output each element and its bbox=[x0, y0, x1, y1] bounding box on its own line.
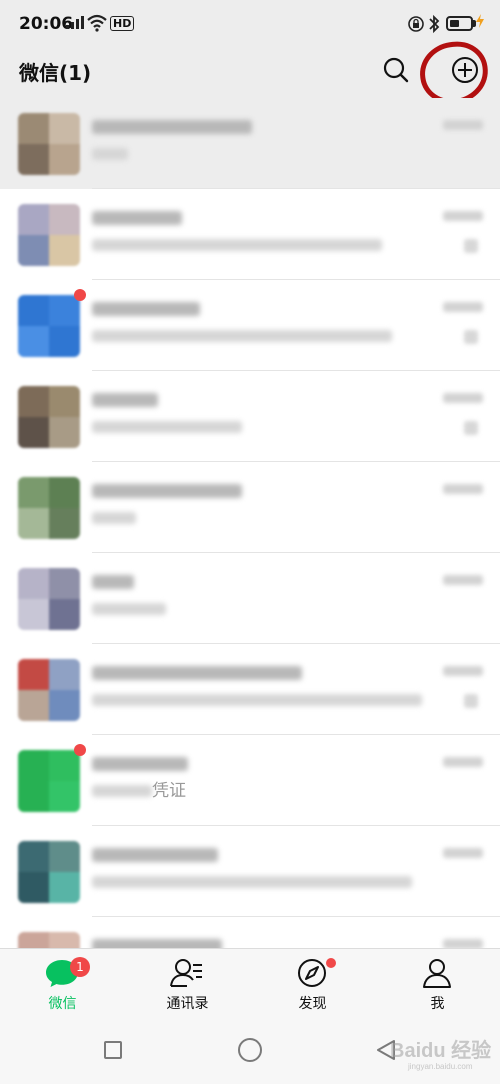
chat-name-blurred bbox=[92, 848, 218, 862]
tab-contacts[interactable]: 通讯录 bbox=[125, 949, 250, 1017]
chat-time-blurred bbox=[443, 302, 483, 312]
chat-avatar bbox=[18, 113, 80, 175]
status-time: 20:06 bbox=[19, 14, 74, 34]
chat-time-blurred bbox=[443, 120, 483, 130]
tab-discover[interactable]: 发现 bbox=[250, 949, 375, 1017]
chat-time-blurred bbox=[443, 211, 483, 221]
chat-preview-text: 凭证 bbox=[152, 781, 186, 801]
bluetooth-icon bbox=[429, 14, 440, 34]
chat-avatar bbox=[18, 659, 80, 721]
chat-avatar bbox=[18, 841, 80, 903]
chat-avatar bbox=[18, 204, 80, 266]
chat-avatar bbox=[18, 568, 80, 630]
mute-icon bbox=[464, 330, 478, 344]
chat-preview-blurred bbox=[92, 785, 152, 797]
bottom-tab-bar: 1 微信 通讯录 发现 我 bbox=[0, 948, 500, 1016]
chat-name-blurred bbox=[92, 666, 302, 680]
chat-time-blurred bbox=[443, 484, 483, 494]
chat-avatar bbox=[18, 477, 80, 539]
chat-row[interactable] bbox=[0, 371, 500, 462]
chat-row[interactable] bbox=[0, 189, 500, 280]
chat-row[interactable] bbox=[0, 280, 500, 371]
charging-icon bbox=[476, 14, 484, 28]
unread-dot bbox=[74, 289, 86, 301]
mute-icon bbox=[464, 421, 478, 435]
tab-label: 通讯录 bbox=[166, 996, 209, 1012]
rotation-lock-icon bbox=[408, 16, 424, 32]
person-icon bbox=[423, 959, 451, 988]
chat-name-blurred bbox=[92, 211, 182, 225]
recents-button[interactable] bbox=[104, 1041, 122, 1059]
chat-time-blurred bbox=[443, 939, 483, 948]
chat-time-blurred bbox=[443, 666, 483, 676]
signal-icon bbox=[66, 16, 84, 29]
unread-badge: 1 bbox=[70, 957, 90, 977]
chat-name-blurred bbox=[92, 939, 222, 948]
tab-label: 我 bbox=[430, 996, 445, 1012]
chat-preview-blurred bbox=[92, 694, 422, 706]
chat-row[interactable] bbox=[0, 553, 500, 644]
chat-avatar bbox=[18, 750, 80, 812]
chat-row[interactable] bbox=[0, 98, 500, 189]
chat-row[interactable]: 凭证 bbox=[0, 735, 500, 826]
search-button[interactable] bbox=[380, 54, 412, 86]
chat-avatar bbox=[18, 295, 80, 357]
chat-preview-blurred bbox=[92, 148, 128, 160]
chat-avatar bbox=[18, 932, 80, 948]
chat-preview-blurred bbox=[92, 239, 382, 251]
contacts-icon bbox=[170, 959, 202, 987]
battery-icon bbox=[446, 16, 473, 31]
chat-time-blurred bbox=[443, 575, 483, 585]
status-bar: 20:06 HD bbox=[0, 0, 500, 48]
chat-row[interactable] bbox=[0, 644, 500, 735]
baidu-watermark: Baidu 经验 bbox=[390, 1040, 492, 1062]
home-button[interactable] bbox=[238, 1038, 262, 1062]
chat-time-blurred bbox=[443, 848, 483, 858]
unread-dot bbox=[74, 744, 86, 756]
chat-name-blurred bbox=[92, 302, 200, 316]
chat-name-blurred bbox=[92, 757, 188, 771]
hd-icon: HD bbox=[110, 16, 135, 31]
chat-row[interactable] bbox=[0, 917, 500, 948]
tab-label: 微信 bbox=[48, 996, 77, 1012]
tab-label: 发现 bbox=[298, 996, 327, 1012]
chat-preview-blurred bbox=[92, 421, 242, 433]
chat-name-blurred bbox=[92, 484, 242, 498]
discover-red-dot bbox=[326, 958, 336, 968]
chat-avatar bbox=[18, 386, 80, 448]
chat-row[interactable] bbox=[0, 462, 500, 553]
chat-time-blurred bbox=[443, 757, 483, 767]
chat-preview-blurred bbox=[92, 876, 412, 888]
mute-icon bbox=[464, 694, 478, 708]
chat-name-blurred bbox=[92, 120, 252, 134]
chat-preview-blurred bbox=[92, 512, 136, 524]
tab-chats[interactable]: 1 微信 bbox=[0, 949, 125, 1017]
chat-preview-blurred bbox=[92, 603, 166, 615]
chat-list: 凭证 bbox=[0, 98, 500, 948]
chat-name-blurred bbox=[92, 393, 158, 407]
system-nav-bar: Baidu 经验 jingyan.baidu.com bbox=[0, 1016, 500, 1084]
wifi-icon bbox=[87, 14, 107, 32]
mute-icon bbox=[464, 239, 478, 253]
tab-me[interactable]: 我 bbox=[375, 949, 500, 1017]
page-title: 微信(1) bbox=[19, 61, 92, 85]
chat-name-blurred bbox=[92, 575, 134, 589]
chat-time-blurred bbox=[443, 393, 483, 403]
chat-row[interactable] bbox=[0, 826, 500, 917]
baidu-watermark-url: jingyan.baidu.com bbox=[408, 1062, 473, 1071]
chat-preview-blurred bbox=[92, 330, 392, 342]
compass-icon bbox=[298, 959, 326, 987]
